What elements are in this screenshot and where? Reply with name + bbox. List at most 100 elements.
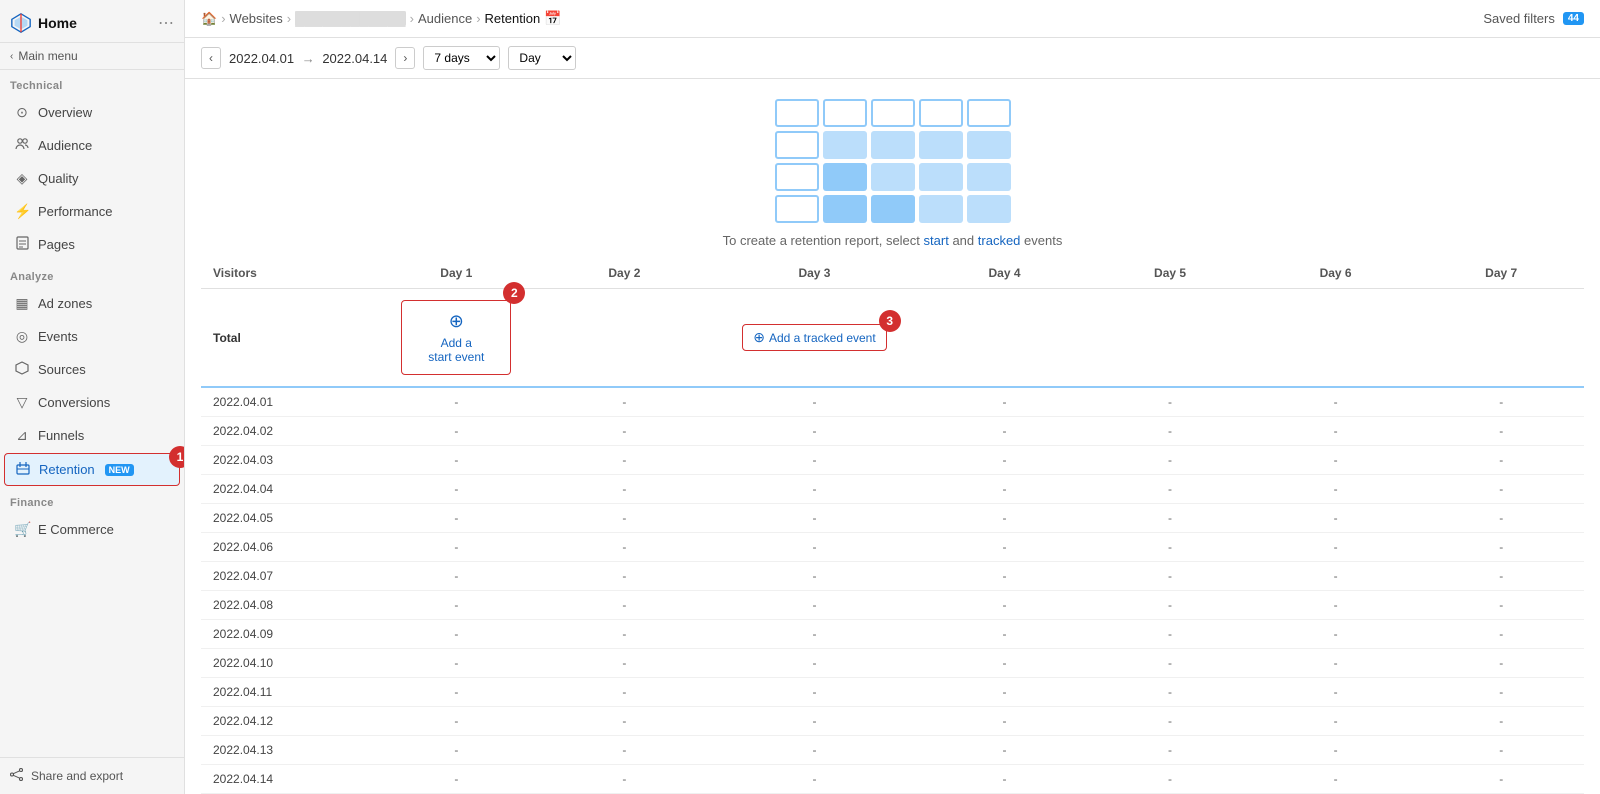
sidebar-item-sources[interactable]: Sources	[4, 354, 180, 385]
col-day7: Day 7	[1418, 258, 1584, 289]
data-cell: -	[1253, 533, 1419, 562]
data-cell: -	[1253, 707, 1419, 736]
start-event-cell: ⊕ Add astart event 2	[371, 289, 542, 388]
sidebar-item-conversions[interactable]: ▽ Conversions	[4, 387, 180, 418]
sidebar-item-quality[interactable]: ◈ Quality	[4, 163, 180, 194]
data-cell: -	[922, 417, 1088, 446]
saved-filters-label[interactable]: Saved filters	[1483, 11, 1555, 26]
saved-filters-count: 44	[1563, 12, 1584, 25]
add-start-label: Add astart event	[428, 336, 484, 364]
data-cell: -	[1087, 417, 1253, 446]
data-cell: -	[707, 504, 922, 533]
section-label-technical: Technical	[0, 70, 184, 96]
sidebar-item-label: Audience	[38, 138, 92, 153]
data-cell: -	[542, 504, 708, 533]
quality-icon: ◈	[14, 170, 30, 187]
table-row-total: Total ⊕ Add astart event 2	[201, 289, 1584, 388]
sidebar-item-performance[interactable]: ⚡ Performance	[4, 196, 180, 227]
sidebar-item-retention[interactable]: Retention NEW 1	[4, 453, 180, 486]
data-cell: -	[922, 736, 1088, 765]
data-cell: -	[1418, 591, 1584, 620]
bc-site: ████████████	[295, 11, 406, 26]
preview-area: To create a retention report, select sta…	[185, 79, 1600, 258]
sidebar-item-overview[interactable]: ⊙ Overview	[4, 97, 180, 128]
data-cell: -	[1418, 765, 1584, 794]
data-cell: -	[707, 475, 922, 504]
preview-cell	[919, 131, 963, 159]
data-cell: -	[707, 446, 922, 475]
data-cell: -	[922, 562, 1088, 591]
sidebar-item-label: E Commerce	[38, 522, 114, 537]
sidebar-item-ad-zones[interactable]: ▦ Ad zones	[4, 288, 180, 319]
data-cell: -	[922, 533, 1088, 562]
sidebar-item-pages[interactable]: Pages	[4, 229, 180, 260]
preview-cell	[871, 163, 915, 191]
home-icon[interactable]: 🏠	[201, 11, 217, 27]
data-cell: -	[1418, 736, 1584, 765]
date-next-button[interactable]: ›	[395, 47, 415, 69]
bc-current: Retention	[485, 11, 541, 26]
date-cell: 2022.04.07	[201, 562, 371, 591]
data-cell: -	[542, 417, 708, 446]
preview-cell	[871, 195, 915, 223]
data-cell: -	[542, 591, 708, 620]
preview-cell	[967, 131, 1011, 159]
data-cell: -	[1253, 620, 1419, 649]
add-tracked-label: Add a tracked event	[769, 331, 876, 345]
bc-audience[interactable]: Audience	[418, 11, 472, 26]
date-cell: 2022.04.11	[201, 678, 371, 707]
retention-table-wrap: Visitors Day 1 Day 2 Day 3 Day 4 Day 5 D…	[185, 258, 1600, 794]
sidebar-item-ecommerce[interactable]: 🛒 E Commerce	[4, 514, 180, 545]
data-cell: -	[1253, 736, 1419, 765]
date-cell: 2022.04.01	[201, 387, 371, 417]
col-day5: Day 5	[1087, 258, 1253, 289]
granularity-select[interactable]: Day Week Month	[508, 46, 576, 70]
ecommerce-icon: 🛒	[14, 521, 30, 538]
preview-cell	[919, 195, 963, 223]
data-cell: -	[542, 649, 708, 678]
data-cell: -	[542, 475, 708, 504]
date-prev-button[interactable]: ‹	[201, 47, 221, 69]
preview-cell	[775, 195, 819, 223]
table-row: 2022.04.09-------	[201, 620, 1584, 649]
data-cell: -	[707, 736, 922, 765]
main-menu-button[interactable]: ‹ Main menu	[0, 43, 184, 70]
table-row: 2022.04.08-------	[201, 591, 1584, 620]
bc-sep-1: ›	[221, 11, 225, 26]
data-cell: -	[1253, 591, 1419, 620]
data-cell: -	[1087, 591, 1253, 620]
sidebar-item-events[interactable]: ◎ Events	[4, 321, 180, 352]
data-cell: -	[1087, 475, 1253, 504]
data-cell: -	[707, 562, 922, 591]
data-cell: -	[1253, 446, 1419, 475]
callout-2: 2	[503, 282, 525, 304]
data-cell: -	[1087, 678, 1253, 707]
data-cell: -	[371, 417, 542, 446]
hint-events: events	[1024, 233, 1062, 248]
options-icon[interactable]: ⋯	[158, 13, 174, 33]
share-export-button[interactable]: Share and export	[0, 757, 184, 794]
data-cell: -	[1087, 446, 1253, 475]
date-range: 2022.04.01 → 2022.04.14	[229, 51, 387, 66]
data-cell: -	[922, 475, 1088, 504]
retention-table: Visitors Day 1 Day 2 Day 3 Day 4 Day 5 D…	[201, 258, 1584, 794]
start-link[interactable]: start	[924, 233, 949, 248]
sidebar-item-audience[interactable]: Audience	[4, 130, 180, 161]
date-cell: 2022.04.03	[201, 446, 371, 475]
date-cell: 2022.04.06	[201, 533, 371, 562]
add-start-event-button[interactable]: ⊕ Add astart event	[401, 300, 511, 375]
period-select[interactable]: 7 days 14 days 30 days	[423, 46, 500, 70]
add-tracked-event-button[interactable]: ⊕ Add a tracked event	[742, 324, 886, 351]
data-cell: -	[371, 591, 542, 620]
data-cell: -	[1418, 417, 1584, 446]
sidebar-item-funnels[interactable]: ⊿ Funnels	[4, 420, 180, 451]
date-from: 2022.04.01	[229, 51, 294, 66]
data-cell: -	[707, 678, 922, 707]
date-cell: 2022.04.02	[201, 417, 371, 446]
col-day3: Day 3	[707, 258, 922, 289]
hint-text: To create a retention report, select	[723, 233, 920, 248]
tracked-link[interactable]: tracked	[978, 233, 1021, 248]
bc-websites[interactable]: Websites	[230, 11, 283, 26]
data-cell: -	[1253, 387, 1419, 417]
pages-icon	[14, 236, 30, 253]
